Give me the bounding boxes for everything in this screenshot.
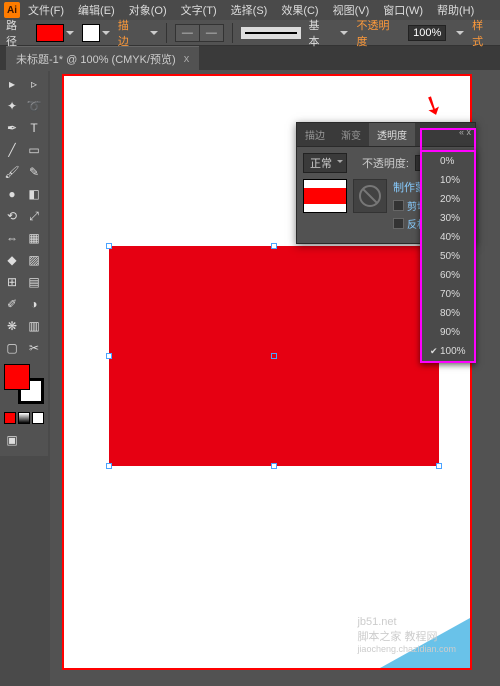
handle-bm[interactable] [271, 463, 277, 469]
opacity-option-80[interactable]: 80% [422, 304, 474, 323]
opacity-option-0[interactable]: 0% [422, 152, 474, 171]
opacity-link[interactable]: 不透明度 [356, 17, 400, 49]
rotate-tool[interactable]: ⟲ [2, 206, 22, 226]
style-dropdown-icon[interactable] [340, 31, 348, 35]
fill-color-box[interactable] [4, 364, 30, 390]
mask-thumbnail[interactable] [353, 179, 387, 213]
blend-tool[interactable]: ◑ [24, 294, 44, 314]
magic-wand-tool[interactable]: ✦ [2, 96, 22, 116]
handle-br[interactable] [436, 463, 442, 469]
menu-type[interactable]: 文字(T) [175, 0, 223, 20]
control-bar: 路径 描边 —— 基本 不透明度 100% 样式 [0, 20, 500, 46]
opacity-option-40[interactable]: 40% [422, 228, 474, 247]
panel-tab-stroke[interactable]: 描边 [297, 123, 333, 146]
panel-tab-transparency[interactable]: 透明度 [369, 123, 415, 146]
selected-rectangle[interactable] [109, 246, 439, 466]
pencil-tool[interactable]: ✎ [24, 162, 44, 182]
fill-stroke-control[interactable] [4, 364, 44, 404]
eraser-tool[interactable]: ◧ [24, 184, 44, 204]
opacity-option-70[interactable]: 70% [422, 285, 474, 304]
opacity-option-10[interactable]: 10% [422, 171, 474, 190]
blend-mode-dropdown[interactable]: 正常 [303, 153, 347, 173]
fill-swatch[interactable] [36, 24, 64, 42]
direct-selection-tool[interactable]: ▹ [24, 74, 44, 94]
selection-type-label: 路径 [6, 17, 28, 49]
style-label: 基本 [309, 17, 331, 49]
symbol-sprayer-tool[interactable]: ❋ [2, 316, 22, 336]
toolbox: ▸▹ ✦➰ ✒T ╱▭ 🖌✎ ●◧ ⟲⤢ ⇔▦ ◆▨ ⊞▤ ✐◑ ❋▥ ▢✂ ▣ [0, 70, 48, 456]
annotation-highlight [420, 128, 476, 150]
opacity-option-20[interactable]: 20% [422, 190, 474, 209]
width-tool[interactable]: ⇔ [2, 228, 22, 248]
screen-mode-tool[interactable]: ▣ [2, 430, 22, 450]
stroke-swatch[interactable] [82, 24, 100, 42]
handle-ml[interactable] [106, 353, 112, 359]
scale-tool[interactable]: ⤢ [24, 206, 44, 226]
color-mode-gradient[interactable] [18, 412, 30, 424]
document-tab-title: 未标题-1* @ 100% (CMYK/预览) [16, 51, 176, 67]
line-tool[interactable]: ╱ [2, 140, 22, 160]
opacity-option-60[interactable]: 60% [422, 266, 474, 285]
color-mode-row [2, 410, 46, 426]
handle-tm[interactable] [271, 243, 277, 249]
opacity-option-30[interactable]: 30% [422, 209, 474, 228]
opacity-option-90[interactable]: 90% [422, 323, 474, 342]
eyedropper-tool[interactable]: ✐ [2, 294, 22, 314]
fill-dropdown-icon[interactable] [66, 31, 74, 35]
document-tab[interactable]: 未标题-1* @ 100% (CMYK/预览) x [6, 46, 199, 71]
rectangle-tool[interactable]: ▭ [24, 140, 44, 160]
pen-tool[interactable]: ✒ [2, 118, 22, 138]
menu-edit[interactable]: 编辑(E) [72, 0, 121, 20]
watermark: jb51.net 脚本之家 教程网 jiaocheng.chazidian.co… [357, 616, 456, 654]
slice-tool[interactable]: ✂ [24, 338, 44, 358]
gradient-tool[interactable]: ▤ [24, 272, 44, 292]
opacity-option-50[interactable]: 50% [422, 247, 474, 266]
selection-tool[interactable]: ▸ [2, 74, 22, 94]
document-tab-bar: 未标题-1* @ 100% (CMYK/预览) x [0, 46, 500, 70]
object-thumbnail[interactable] [303, 179, 347, 213]
column-graph-tool[interactable]: ▥ [24, 316, 44, 336]
opacity-dropdown-menu: 0% 10% 20% 30% 40% 50% 60% 70% 80% 90% 1… [420, 150, 476, 363]
brush-preview[interactable] [241, 27, 301, 39]
brush-segment[interactable]: —— [175, 24, 224, 42]
opacity-option-100[interactable]: 100% [422, 342, 474, 361]
menu-select[interactable]: 选择(S) [225, 0, 274, 20]
menu-bar: Ai 文件(F) 编辑(E) 对象(O) 文字(T) 选择(S) 效果(C) 视… [0, 0, 500, 20]
blob-brush-tool[interactable]: ● [2, 184, 22, 204]
panel-tab-gradient[interactable]: 渐变 [333, 123, 369, 146]
mesh-tool[interactable]: ⊞ [2, 272, 22, 292]
color-mode-none[interactable] [32, 412, 44, 424]
color-mode-color[interactable] [4, 412, 16, 424]
stroke-weight-dropdown[interactable] [150, 31, 158, 35]
panel-opacity-label: 不透明度: [362, 155, 409, 171]
stroke-link[interactable]: 描边 [118, 17, 140, 49]
close-tab-icon[interactable]: x [184, 53, 190, 65]
paintbrush-tool[interactable]: 🖌 [2, 162, 22, 182]
type-tool[interactable]: T [24, 118, 44, 138]
styles-link[interactable]: 样式 [472, 17, 494, 49]
lasso-tool[interactable]: ➰ [24, 96, 44, 116]
artboard-tool[interactable]: ▢ [2, 338, 22, 358]
menu-file[interactable]: 文件(F) [22, 0, 70, 20]
stroke-dropdown-icon[interactable] [102, 31, 110, 35]
handle-bl[interactable] [106, 463, 112, 469]
handle-tl[interactable] [106, 243, 112, 249]
perspective-tool[interactable]: ▨ [24, 250, 44, 270]
opacity-value-field[interactable]: 100% [408, 25, 446, 41]
handle-center[interactable] [271, 353, 277, 359]
shape-builder-tool[interactable]: ◆ [2, 250, 22, 270]
free-transform-tool[interactable]: ▦ [24, 228, 44, 248]
opacity-dropdown-icon[interactable] [456, 31, 464, 35]
